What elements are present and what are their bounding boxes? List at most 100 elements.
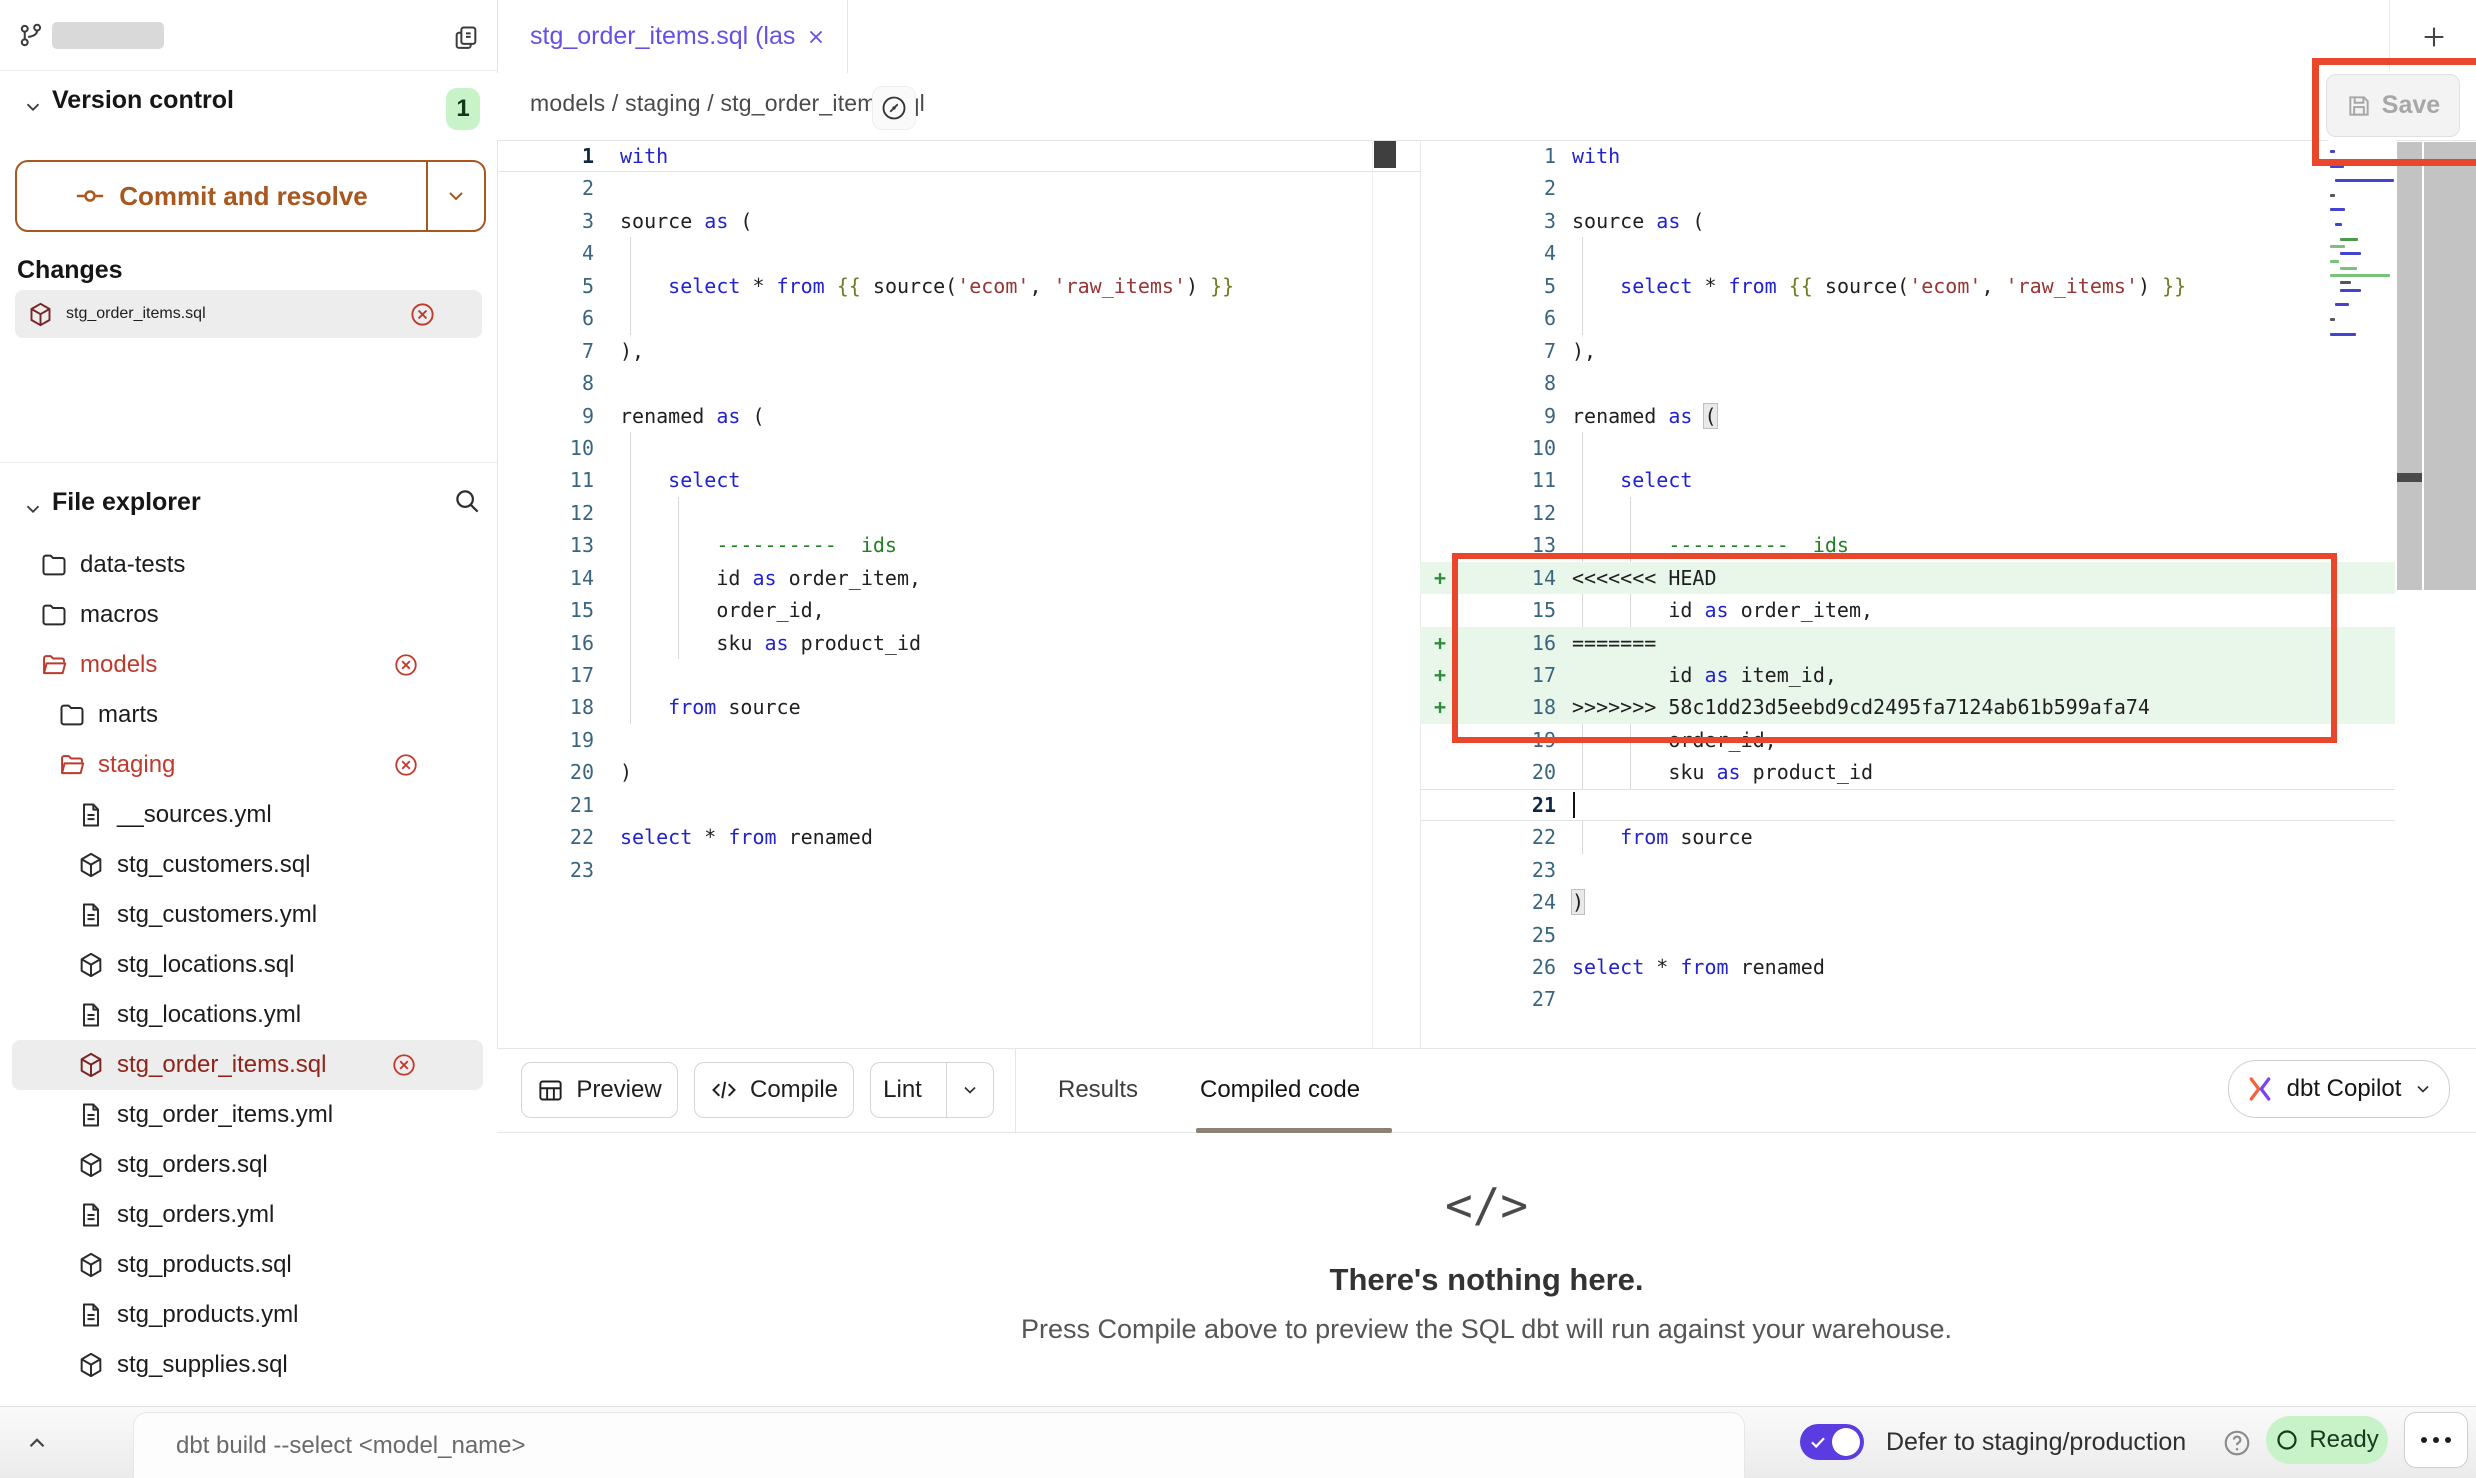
tab-compiled-code[interactable]: Compiled code bbox=[1200, 1048, 1360, 1132]
search-icon[interactable] bbox=[452, 486, 482, 516]
file-explorer-item-staging[interactable]: staging bbox=[0, 740, 497, 790]
code-line-8[interactable]: 8 bbox=[497, 367, 1420, 399]
file-name: marts bbox=[98, 701, 158, 729]
tab-results[interactable]: Results bbox=[1058, 1048, 1138, 1132]
code-line-21[interactable]: 21 bbox=[1420, 789, 2395, 821]
code-line-9[interactable]: 9renamed as ( bbox=[1420, 400, 2395, 432]
file-explorer-item-stg-locations-yml[interactable]: stg_locations.yml bbox=[0, 990, 497, 1040]
chevron-up-icon[interactable] bbox=[24, 1430, 50, 1456]
defer-toggle[interactable] bbox=[1800, 1424, 1864, 1460]
commit-and-resolve-button[interactable]: Commit and resolve bbox=[15, 160, 486, 232]
minimap[interactable] bbox=[2328, 140, 2396, 380]
code-line-6[interactable]: 6 bbox=[1420, 302, 2395, 334]
code-line-13[interactable]: 13 ---------- ids bbox=[497, 529, 1420, 561]
file-explorer-item-stg-orders-sql[interactable]: stg_orders.sql bbox=[0, 1140, 497, 1190]
new-tab-plus-icon[interactable] bbox=[2420, 23, 2448, 51]
editor-scrollbar[interactable] bbox=[2424, 142, 2476, 590]
copy-docs-icon[interactable] bbox=[452, 24, 480, 52]
file-explorer-item-stg-order-items-yml[interactable]: stg_order_items.yml bbox=[0, 1090, 497, 1140]
code-line-8[interactable]: 8 bbox=[1420, 367, 2395, 399]
code-line-4[interactable]: 4 bbox=[497, 237, 1420, 269]
code-line-12[interactable]: 12 bbox=[497, 497, 1420, 529]
code-line-3[interactable]: 3source as ( bbox=[1420, 205, 2395, 237]
code-line-23[interactable]: 23 bbox=[497, 854, 1420, 886]
file-explorer-item--sources-yml[interactable]: __sources.yml bbox=[0, 790, 497, 840]
file-explorer-item-stg-customers-yml[interactable]: stg_customers.yml bbox=[0, 890, 497, 940]
file-explorer-item-stg-orders-yml[interactable]: stg_orders.yml bbox=[0, 1190, 497, 1240]
command-bar[interactable] bbox=[133, 1412, 1745, 1478]
close-icon[interactable] bbox=[805, 26, 827, 48]
file-explorer-item-models[interactable]: models bbox=[0, 640, 497, 690]
changes-heading: Changes bbox=[17, 256, 123, 285]
code-line-20[interactable]: 20) bbox=[497, 756, 1420, 788]
code-line-22[interactable]: 22select * from renamed bbox=[497, 821, 1420, 853]
lineage-button[interactable] bbox=[872, 86, 916, 130]
file-explorer-item-marts[interactable]: marts bbox=[0, 690, 497, 740]
minimap-scrollbar-thumb[interactable] bbox=[2397, 473, 2422, 482]
code-line-20[interactable]: 20 sku as product_id bbox=[1420, 756, 2395, 788]
version-control-chevron-icon[interactable] bbox=[22, 96, 44, 118]
code-line-10[interactable]: 10 bbox=[1420, 432, 2395, 464]
file-explorer-item-stg-customers-sql[interactable]: stg_customers.sql bbox=[0, 840, 497, 890]
code-line-3[interactable]: 3source as ( bbox=[497, 205, 1420, 237]
code-line-11[interactable]: 11 select bbox=[1420, 464, 2395, 496]
code-line-21[interactable]: 21 bbox=[497, 789, 1420, 821]
code-line-11[interactable]: 11 select bbox=[497, 464, 1420, 496]
code-line-7[interactable]: 7), bbox=[1420, 335, 2395, 367]
lint-dropdown[interactable] bbox=[946, 1063, 993, 1117]
changed-file-row[interactable]: stg_order_items.sql bbox=[15, 290, 482, 338]
conflict-marker-icon[interactable] bbox=[393, 652, 419, 678]
line-number: 22 bbox=[497, 821, 594, 853]
editor-pane-last-commit[interactable]: 1with23source as (45 select * from {{ so… bbox=[497, 140, 1420, 1048]
conflict-marker-icon[interactable] bbox=[393, 752, 419, 778]
code-line-5[interactable]: 5 select * from {{ source('ecom', 'raw_i… bbox=[497, 270, 1420, 302]
tab-stg-order-items[interactable]: stg_order_items.sql (last c... bbox=[497, 0, 848, 73]
code-line-14[interactable]: 14 id as order_item, bbox=[497, 562, 1420, 594]
code-line-25[interactable]: 25 bbox=[1420, 919, 2395, 951]
more-options-button[interactable] bbox=[2404, 1412, 2468, 1468]
folder-icon bbox=[58, 701, 86, 729]
command-input[interactable] bbox=[174, 1423, 1678, 1469]
file-explorer-chevron-icon[interactable] bbox=[22, 498, 44, 520]
code-line-1[interactable]: 1with bbox=[1420, 140, 2395, 172]
code-line-27[interactable]: 27 bbox=[1420, 983, 2395, 1015]
code-line-4[interactable]: 4 bbox=[1420, 237, 2395, 269]
file-explorer-item-stg-locations-sql[interactable]: stg_locations.sql bbox=[0, 940, 497, 990]
code-line-2[interactable]: 2 bbox=[497, 172, 1420, 204]
code-line-22[interactable]: 22 from source bbox=[1420, 821, 2395, 853]
dbt-copilot-button[interactable]: dbt Copilot bbox=[2228, 1060, 2450, 1118]
left-pane-scrollbar-thumb[interactable] bbox=[1374, 141, 1396, 168]
conflict-marker-icon[interactable] bbox=[391, 1052, 417, 1078]
code-line-23[interactable]: 23 bbox=[1420, 854, 2395, 886]
code-line-5[interactable]: 5 select * from {{ source('ecom', 'raw_i… bbox=[1420, 270, 2395, 302]
file-explorer-item-stg-supplies-sql[interactable]: stg_supplies.sql bbox=[0, 1340, 497, 1390]
file-explorer-item-stg-products-sql[interactable]: stg_products.sql bbox=[0, 1240, 497, 1290]
code-line-1[interactable]: 1with bbox=[497, 140, 1420, 172]
code-line-6[interactable]: 6 bbox=[497, 302, 1420, 334]
commit-options-dropdown[interactable] bbox=[426, 162, 484, 230]
code-line-19[interactable]: 19 bbox=[497, 724, 1420, 756]
code-line-12[interactable]: 12 bbox=[1420, 497, 2395, 529]
help-icon[interactable] bbox=[2222, 1428, 2252, 1458]
lint-button[interactable]: Lint bbox=[870, 1062, 994, 1118]
code-line-7[interactable]: 7), bbox=[497, 335, 1420, 367]
file-explorer-item-macros[interactable]: macros bbox=[0, 590, 497, 640]
file-icon bbox=[77, 1101, 105, 1129]
code-line-16[interactable]: 16 sku as product_id bbox=[497, 627, 1420, 659]
code-line-26[interactable]: 26select * from renamed bbox=[1420, 951, 2395, 983]
file-explorer-item-stg-products-yml[interactable]: stg_products.yml bbox=[0, 1290, 497, 1340]
file-explorer-item-stg-order-items-sql[interactable]: stg_order_items.sql bbox=[12, 1040, 483, 1090]
code-line-18[interactable]: 18 from source bbox=[497, 691, 1420, 723]
status-badge[interactable]: Ready bbox=[2266, 1416, 2388, 1464]
preview-button[interactable]: Preview bbox=[521, 1062, 678, 1118]
code-line-9[interactable]: 9renamed as ( bbox=[497, 400, 1420, 432]
code-line-15[interactable]: 15 order_id, bbox=[497, 594, 1420, 626]
code-line-2[interactable]: 2 bbox=[1420, 172, 2395, 204]
file-explorer-item-data-tests[interactable]: data-tests bbox=[0, 540, 497, 590]
code-line-24[interactable]: 24) bbox=[1420, 886, 2395, 918]
code-line-10[interactable]: 10 bbox=[497, 432, 1420, 464]
save-button[interactable]: Save bbox=[2326, 74, 2460, 137]
compile-button[interactable]: Compile bbox=[694, 1062, 854, 1118]
code-line-17[interactable]: 17 bbox=[497, 659, 1420, 691]
discard-change-icon[interactable] bbox=[409, 301, 436, 328]
